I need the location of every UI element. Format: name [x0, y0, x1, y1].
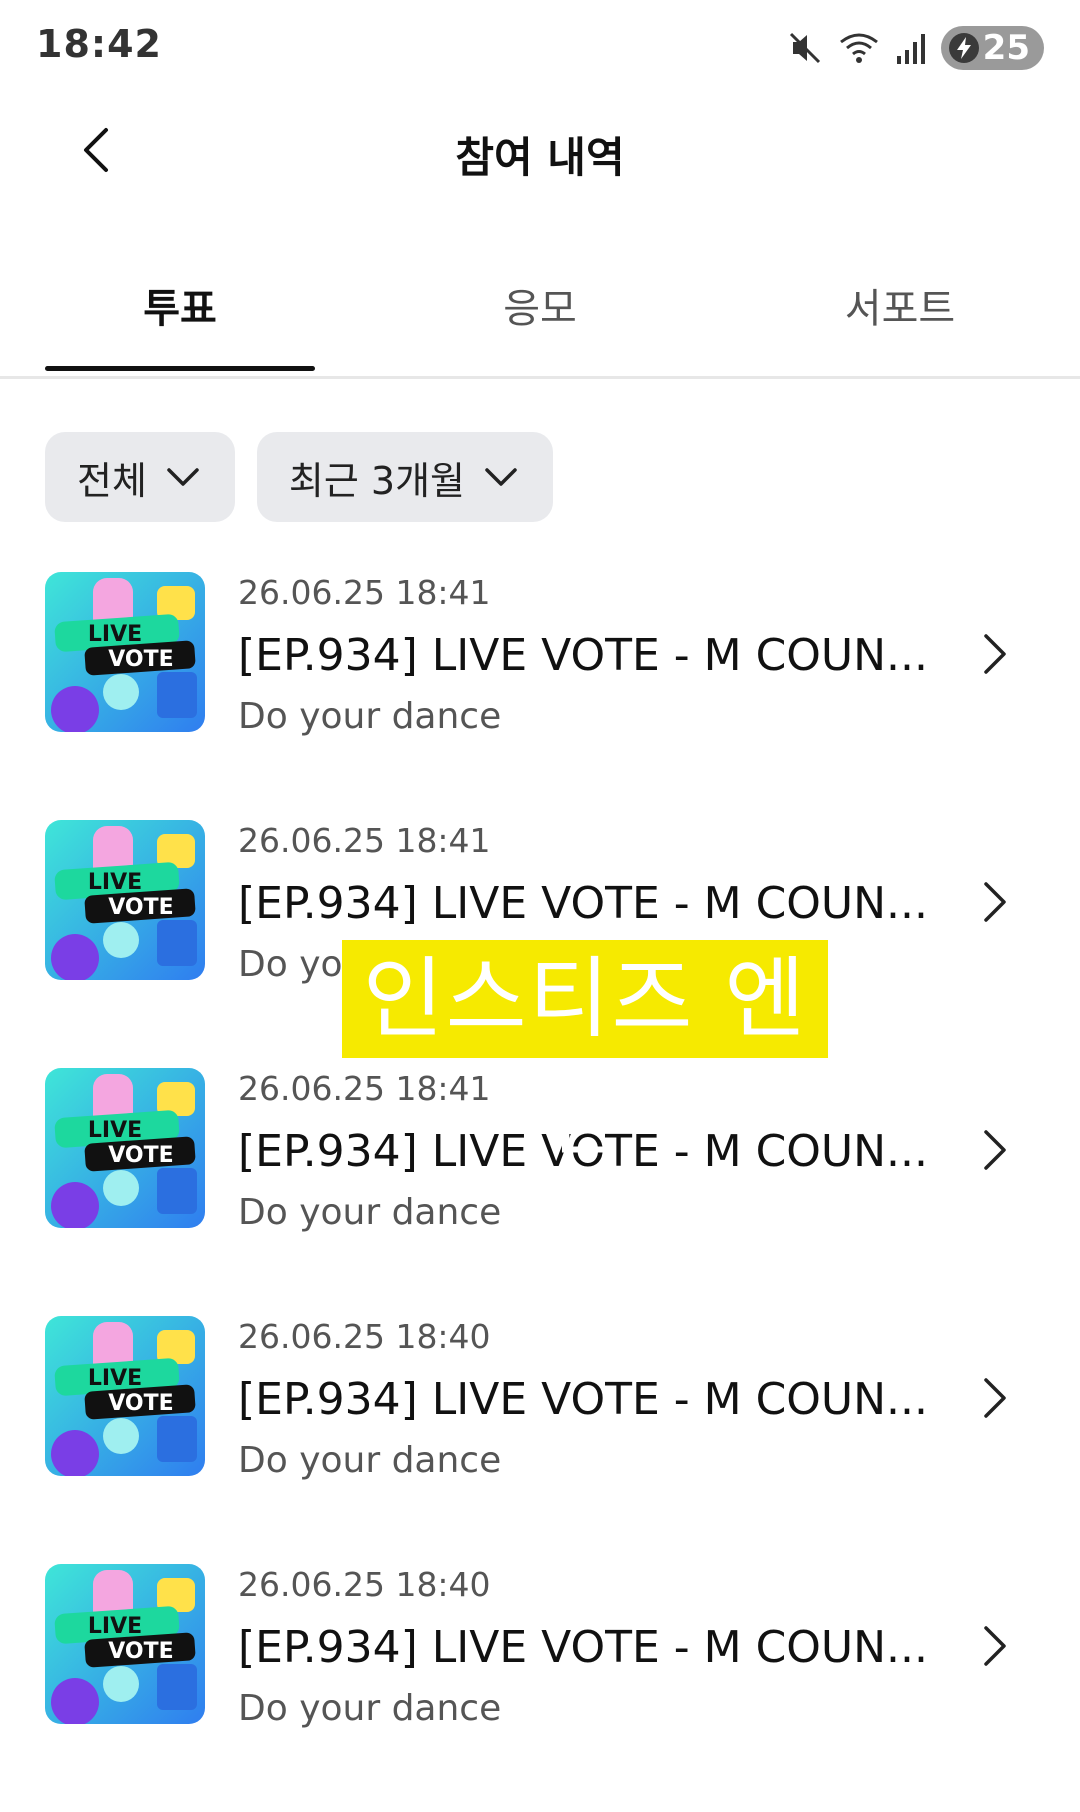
chevron-down-icon — [485, 468, 517, 486]
watermark-caption: 인스티즈 엔진 — [342, 940, 828, 1168]
filter-period-label: 최근 3개월 — [288, 458, 466, 503]
live-vote-thumbnail: LIVE VOTE — [45, 572, 205, 732]
item-subtitle: Do your dance — [238, 696, 502, 737]
svg-text:VOTE: VOTE — [108, 1143, 173, 1168]
filter-bar: 전체 최근 3개월 — [45, 432, 554, 522]
item-date: 26.06.25 18:40 — [238, 1565, 491, 1604]
status-bar: 18:42 25 — [0, 0, 1080, 96]
status-time: 18:42 — [36, 22, 162, 66]
item-date: 26.06.25 18:41 — [238, 573, 491, 612]
list-item[interactable]: LIVE VOTE 26.06.25 18:40 [EP.934] LIVE V… — [0, 1564, 1080, 1812]
chevron-down-icon — [167, 468, 199, 486]
svg-text:LIVE: LIVE — [88, 622, 142, 647]
item-title: [EP.934] LIVE VOTE - M COUN... — [238, 878, 929, 929]
filter-type-dropdown[interactable]: 전체 — [45, 432, 235, 522]
chevron-right-icon — [984, 1378, 1006, 1418]
mute-icon — [789, 32, 820, 64]
list-item-text: 26.06.25 18:40 [EP.934] LIVE VOTE - M CO… — [238, 1564, 938, 1734]
live-vote-thumbnail: LIVE VOTE — [45, 1068, 205, 1228]
tab-vote[interactable]: 투표 — [0, 276, 360, 334]
chevron-right-icon — [984, 634, 1006, 674]
live-vote-thumbnail: LIVE VOTE — [45, 820, 205, 980]
item-title: [EP.934] LIVE VOTE - M COUN... — [238, 1374, 929, 1425]
svg-text:VOTE: VOTE — [108, 1639, 173, 1664]
item-date: 26.06.25 18:40 — [238, 1317, 491, 1356]
svg-text:LIVE: LIVE — [88, 1614, 142, 1639]
item-subtitle: Do your dance — [238, 1688, 502, 1729]
tab-entry[interactable]: 응모 — [360, 276, 720, 334]
page-title: 참여 내역 — [455, 133, 625, 182]
filter-period-dropdown[interactable]: 최근 3개월 — [256, 432, 554, 522]
chevron-right-icon — [984, 1130, 1006, 1170]
battery-level: 25 — [982, 28, 1030, 68]
list-item[interactable]: LIVE VOTE 26.06.25 18:41 [EP.934] LIVE V… — [0, 1068, 1080, 1316]
item-title: [EP.934] LIVE VOTE - M COUN... — [238, 630, 929, 681]
item-title: [EP.934] LIVE VOTE - M COUN... — [238, 1622, 929, 1673]
svg-text:LIVE: LIVE — [88, 1366, 142, 1391]
chevron-right-icon — [984, 1626, 1006, 1666]
chevron-right-icon — [984, 882, 1006, 922]
svg-text:VOTE: VOTE — [108, 1391, 173, 1416]
item-subtitle: Do your dance — [238, 1192, 502, 1233]
signal-icon — [896, 34, 925, 64]
filter-type-label: 전체 — [77, 458, 147, 503]
item-subtitle: Do your dance — [238, 1440, 502, 1481]
tab-support[interactable]: 서포트 — [720, 276, 1080, 334]
list-item-text: 26.06.25 18:41 [EP.934] LIVE VOTE - M CO… — [238, 572, 938, 742]
live-vote-thumbnail: LIVE VOTE — [45, 1564, 205, 1724]
svg-text:LIVE: LIVE — [88, 870, 142, 895]
live-vote-thumbnail: LIVE VOTE — [45, 1316, 205, 1476]
tab-active-indicator — [45, 366, 315, 371]
list-item[interactable]: LIVE VOTE 26.06.25 18:41 [EP.934] LIVE V… — [0, 572, 1080, 820]
item-date: 26.06.25 18:41 — [238, 821, 491, 860]
svg-text:LIVE: LIVE — [88, 1118, 142, 1143]
svg-text:VOTE: VOTE — [108, 895, 173, 920]
list-item[interactable]: LIVE VOTE 26.06.25 18:40 [EP.934] LIVE V… — [0, 1316, 1080, 1564]
tab-bar: 투표 응모 서포트 — [0, 250, 1080, 379]
app-header: 참여 내역 — [0, 96, 1080, 216]
battery-icon: 25 — [940, 26, 1044, 70]
charging-bolt-icon — [948, 33, 979, 63]
wifi-icon — [839, 33, 878, 63]
svg-text:VOTE: VOTE — [108, 647, 173, 672]
list-item-text: 26.06.25 18:40 [EP.934] LIVE VOTE - M CO… — [238, 1316, 938, 1486]
status-icons: 25 — [787, 24, 1044, 72]
